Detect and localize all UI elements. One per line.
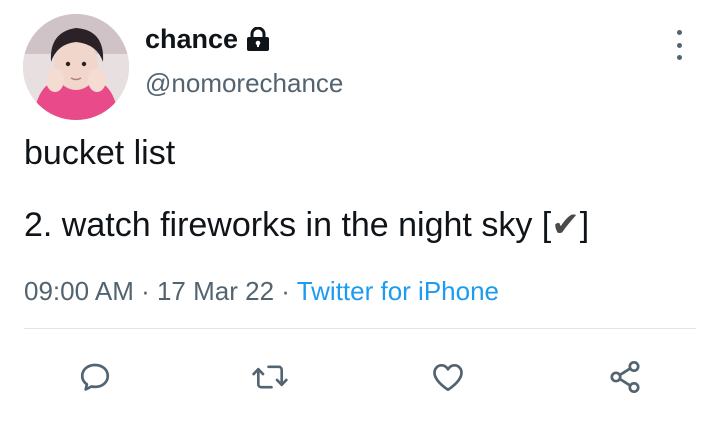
like-icon xyxy=(433,363,463,392)
retweet-button[interactable] xyxy=(250,357,290,397)
retweet-icon xyxy=(252,365,288,389)
reply-button[interactable] xyxy=(75,357,115,397)
tweet-text-line-2: 2. watch fireworks in the night sky [✔] xyxy=(24,205,589,245)
tweet-source-link[interactable]: Twitter for iPhone xyxy=(297,276,499,306)
more-dot xyxy=(676,42,682,48)
meta-separator: · xyxy=(133,276,157,306)
tweet-text-line-2-prefix: 2. watch fireworks in the night sky [ xyxy=(24,206,552,244)
like-button[interactable] xyxy=(428,357,468,397)
share-button[interactable] xyxy=(605,357,645,397)
lock-icon xyxy=(245,27,271,51)
more-dot xyxy=(676,55,682,60)
more-vertical-icon[interactable] xyxy=(670,30,688,60)
reply-icon xyxy=(80,363,110,391)
check-mark-icon: ✔ xyxy=(551,206,580,244)
share-icon xyxy=(610,360,640,394)
meta-separator: · xyxy=(274,276,297,306)
tweet-time[interactable]: 09:00 AM xyxy=(24,276,134,306)
tweet-meta: 09:00 AM · 17 Mar 22 · Twitter for iPhon… xyxy=(24,275,499,307)
user-handle[interactable]: @nomorechance xyxy=(145,67,343,99)
display-name[interactable]: chance xyxy=(145,23,271,55)
divider xyxy=(24,328,696,329)
tweet-date[interactable]: 17 Mar 22 xyxy=(157,276,274,306)
more-dot xyxy=(676,30,682,35)
tweet-text-line-1: bucket list xyxy=(24,134,176,172)
display-name-text: chance xyxy=(145,24,239,54)
avatar[interactable] xyxy=(23,14,129,120)
tweet-text-line-2-suffix: ] xyxy=(579,206,590,244)
